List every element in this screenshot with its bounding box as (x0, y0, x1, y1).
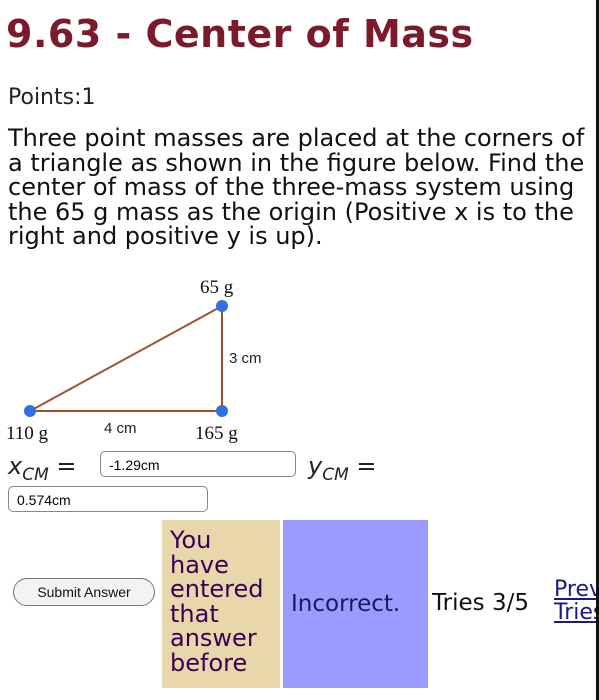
incorrect-status-text: Incorrect. (291, 591, 401, 617)
mass-right-label: 165 g (195, 423, 238, 444)
page-title: 9.63 - Center of Mass (6, 12, 474, 56)
xcm-input[interactable]: -1.29cm (100, 451, 296, 477)
ycm-input[interactable]: 0.574cm (8, 486, 208, 512)
ycm-label: yCM = (308, 452, 377, 485)
xcm-label: xCM = (8, 452, 77, 485)
ycm-equals: = (356, 452, 377, 480)
previous-tries-link[interactable]: Previous Tries (554, 578, 599, 626)
ycm-subscript: CM (322, 464, 349, 485)
mass-top-dot (216, 300, 228, 312)
submit-answer-button[interactable]: Submit Answer (13, 578, 155, 606)
mass-left-label: 110 g (6, 423, 49, 444)
horizontal-side-label: 4 cm (104, 420, 137, 437)
mass-top-label: 65 g (200, 277, 234, 298)
previous-answer-message: You have entered that answer before (162, 520, 280, 688)
xcm-subscript: CM (22, 464, 49, 485)
xcm-symbol: x (8, 452, 23, 480)
incorrect-status: Incorrect. (283, 520, 428, 688)
xcm-equals: = (56, 452, 77, 480)
vertical-side-label: 3 cm (229, 350, 262, 367)
triangle-figure: 65 g 110 g 165 g 3 cm 4 cm (6, 277, 262, 444)
ycm-symbol: y (308, 452, 323, 480)
mass-right-dot (216, 405, 228, 417)
problem-statement: Three point masses are placed at the cor… (8, 124, 585, 250)
mass-left-dot (24, 405, 36, 417)
tries-counter: Tries 3/5 (432, 590, 529, 616)
points-label: Points:1 (8, 85, 96, 110)
triangle-hypotenuse (29, 305, 223, 412)
